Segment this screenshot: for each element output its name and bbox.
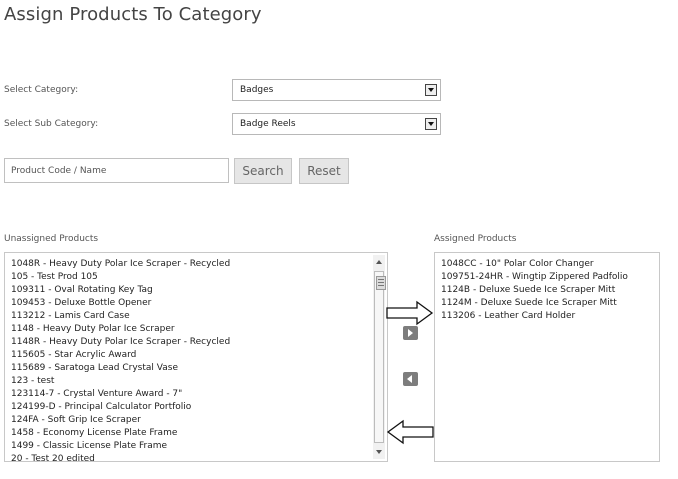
chevron-down-icon[interactable]: [425, 84, 437, 96]
list-item[interactable]: 1124M - Deluxe Suede Ice Scraper Mitt: [441, 297, 628, 310]
product-search-input[interactable]: [4, 158, 229, 183]
list-item[interactable]: 1148 - Heavy Duty Polar Ice Scraper: [11, 323, 230, 336]
list-item[interactable]: 1048CC - 10" Polar Color Changer: [441, 258, 628, 271]
list-item[interactable]: 115689 - Saratoga Lead Crystal Vase: [11, 362, 230, 375]
unassigned-products-list[interactable]: 1048R - Heavy Duty Polar Ice Scraper - R…: [4, 252, 388, 462]
search-button[interactable]: Search: [234, 158, 292, 184]
list-item[interactable]: 124FA - Soft Grip Ice Scraper: [11, 414, 230, 427]
list-item[interactable]: 1458 - Economy License Plate Frame: [11, 427, 230, 440]
list-item[interactable]: 115605 - Star Acrylic Award: [11, 349, 230, 362]
list-item[interactable]: 124199-D - Principal Calculator Portfoli…: [11, 401, 230, 414]
page-title: Assign Products To Category: [4, 4, 262, 25]
category-label: Select Category:: [4, 85, 79, 95]
move-to-unassigned-button[interactable]: [403, 372, 418, 386]
reset-button[interactable]: Reset: [299, 158, 349, 184]
list-item[interactable]: 109453 - Deluxe Bottle Opener: [11, 297, 230, 310]
list-item[interactable]: 1124B - Deluxe Suede Ice Scraper Mitt: [441, 284, 628, 297]
list-item[interactable]: 1499 - Classic License Plate Frame: [11, 440, 230, 453]
subcategory-select-value: Badge Reels: [240, 119, 296, 129]
list-item[interactable]: 105 - Test Prod 105: [11, 271, 230, 284]
category-select[interactable]: Badges: [232, 79, 441, 101]
assigned-products-label: Assigned Products: [434, 234, 517, 244]
outline-arrow-right-icon: [386, 300, 434, 326]
scroll-grip-icon: [376, 276, 386, 290]
scroll-down-icon[interactable]: [376, 450, 382, 454]
list-item[interactable]: 1148R - Heavy Duty Polar Ice Scraper - R…: [11, 336, 230, 349]
assigned-products-list[interactable]: 1048CC - 10" Polar Color Changer 109751-2…: [434, 252, 660, 462]
scroll-up-icon[interactable]: [376, 260, 382, 264]
list-item[interactable]: 123114-7 - Crystal Venture Award - 7": [11, 388, 230, 401]
subcategory-select[interactable]: Badge Reels: [232, 113, 441, 135]
list-item[interactable]: 20 - Test 20 edited: [11, 453, 230, 461]
chevron-down-icon[interactable]: [425, 118, 437, 130]
move-to-assigned-button[interactable]: [403, 326, 418, 340]
outline-arrow-left-icon: [386, 419, 434, 445]
unassigned-scrollbar[interactable]: [373, 255, 386, 459]
category-select-value: Badges: [240, 85, 274, 95]
scroll-thumb[interactable]: [374, 271, 386, 443]
list-item[interactable]: 109311 - Oval Rotating Key Tag: [11, 284, 230, 297]
list-item[interactable]: 113206 - Leather Card Holder: [441, 310, 628, 323]
list-item[interactable]: 1048R - Heavy Duty Polar Ice Scraper - R…: [11, 258, 230, 271]
list-item[interactable]: 113212 - Lamis Card Case: [11, 310, 230, 323]
list-item[interactable]: 109751-24HR - Wingtip Zippered Padfolio: [441, 271, 628, 284]
list-item[interactable]: 123 - test: [11, 375, 230, 388]
subcategory-label: Select Sub Category:: [4, 119, 99, 129]
unassigned-products-label: Unassigned Products: [4, 234, 99, 244]
